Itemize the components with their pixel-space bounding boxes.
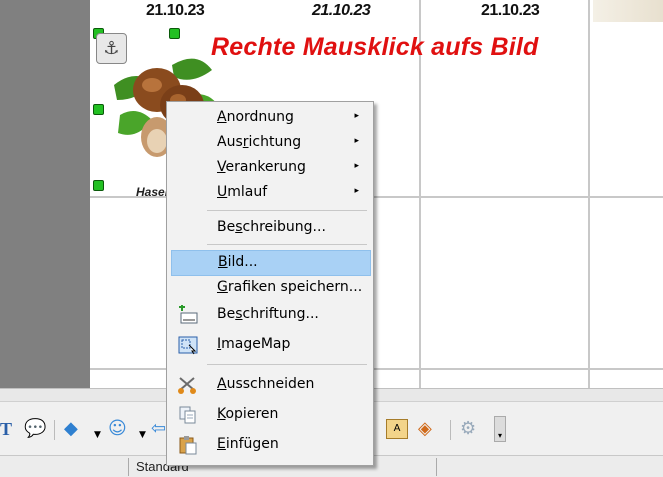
status-separator	[436, 458, 437, 476]
selection-handle[interactable]	[169, 28, 180, 39]
menu-item-grafiken-speichern[interactable]: Grafiken speichern...	[171, 276, 369, 300]
menu-item-einfuegen[interactable]: Einfügen	[171, 433, 369, 457]
dropdown-arrow-icon[interactable]: ▼	[94, 424, 101, 446]
menu-separator	[207, 210, 367, 211]
smiley-shape-icon[interactable]: ☺	[108, 418, 127, 440]
dropdown-arrow-icon[interactable]: ▼	[139, 424, 146, 446]
menu-item-umlauf[interactable]: Umlauf ▸	[171, 181, 369, 205]
copy-icon	[177, 405, 199, 425]
status-separator	[128, 458, 129, 476]
submenu-arrow-icon: ▸	[354, 136, 359, 146]
menu-item-bild[interactable]: Bild...	[171, 250, 371, 276]
toolbar-separator	[450, 420, 451, 440]
submenu-arrow-icon: ▸	[354, 111, 359, 121]
menu-item-kopieren[interactable]: Kopieren	[171, 403, 369, 427]
menu-item-imagemap[interactable]: ImageMap	[171, 333, 369, 357]
diamond-shape-icon[interactable]: ◆	[64, 418, 78, 440]
submenu-arrow-icon: ▸	[354, 161, 359, 171]
menu-item-anordnung[interactable]: Anordnung ▸	[171, 106, 369, 130]
date-cell: 21.10.23	[312, 2, 371, 19]
date-cell: 21.10.23	[146, 2, 205, 19]
scissors-icon	[177, 375, 199, 395]
arrow-shape-icon[interactable]: ⇦	[151, 418, 166, 440]
menu-separator	[207, 364, 367, 365]
date-cell: 21.10.23	[481, 2, 540, 19]
context-menu: Anordnung ▸ Ausrichtung ▸ Verankerung ▸ …	[166, 101, 374, 466]
menu-item-ausrichtung[interactable]: Ausrichtung ▸	[171, 131, 369, 155]
table-column-line	[588, 0, 590, 388]
fontwork-icon[interactable]: A	[386, 419, 408, 439]
extrusion-icon[interactable]: ⚙	[460, 418, 476, 440]
corner-image	[593, 0, 663, 22]
toolbar-separator	[54, 420, 55, 440]
selection-handle[interactable]	[93, 180, 104, 191]
toolbar-overflow-icon[interactable]: ▾	[494, 416, 506, 442]
callout-icon[interactable]: 💬	[24, 418, 46, 440]
menu-separator	[207, 244, 367, 245]
caption-icon	[177, 305, 199, 325]
menu-item-ausschneiden[interactable]: Ausschneiden	[171, 373, 369, 397]
submenu-arrow-icon: ▸	[354, 186, 359, 196]
menu-item-beschriftung[interactable]: Beschriftung...	[171, 303, 369, 327]
anchor-icon[interactable]: ⚓	[96, 33, 127, 64]
text-tool-icon[interactable]: T	[0, 418, 12, 440]
menu-item-beschreibung[interactable]: Beschreibung...	[171, 216, 369, 240]
imagemap-icon	[177, 335, 199, 355]
selection-handle[interactable]	[93, 104, 104, 115]
paste-icon	[177, 435, 199, 455]
menu-item-verankerung[interactable]: Verankerung ▸	[171, 156, 369, 180]
insert-frame-icon[interactable]: ◈	[418, 418, 432, 440]
instruction-banner: Rechte Mausklick aufs Bild	[211, 33, 539, 61]
